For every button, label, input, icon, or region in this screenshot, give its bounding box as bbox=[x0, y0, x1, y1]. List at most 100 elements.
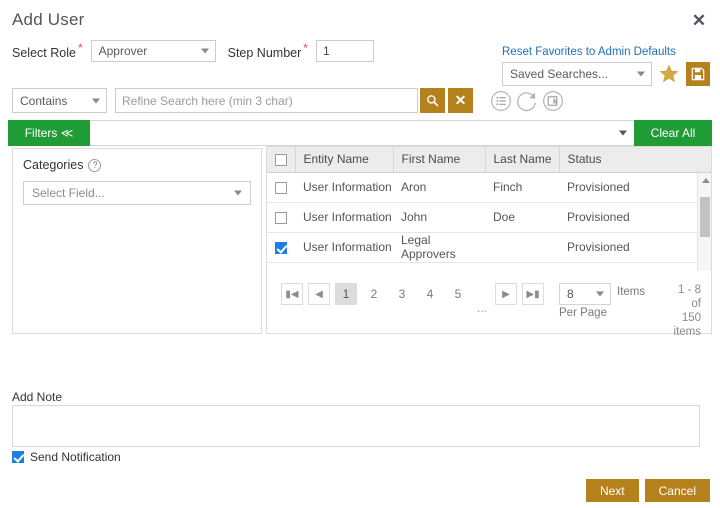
reset-favorites-link[interactable]: Reset Favorites to Admin Defaults bbox=[502, 46, 710, 58]
column-status[interactable]: Status bbox=[559, 147, 711, 172]
row-checkbox[interactable] bbox=[275, 242, 287, 254]
save-disk-icon bbox=[691, 67, 705, 81]
column-first-name[interactable]: First Name bbox=[393, 147, 485, 172]
select-role-dropdown[interactable]: Approver bbox=[91, 40, 216, 62]
clear-all-button[interactable]: Clear All bbox=[634, 120, 712, 146]
add-note-textarea[interactable] bbox=[12, 405, 700, 447]
saved-searches-area: Reset Favorites to Admin Defaults Saved … bbox=[502, 46, 710, 86]
add-user-dialog: Add User ✕ Select Role* Approver Step Nu… bbox=[0, 0, 720, 508]
per-page-dropdown[interactable]: 8 bbox=[559, 283, 611, 305]
filters-toggle-button[interactable]: Filters ≪ bbox=[8, 120, 90, 146]
cell-first-name: Aron bbox=[393, 172, 485, 202]
select-all-checkbox[interactable] bbox=[275, 154, 287, 166]
required-asterisk: * bbox=[78, 41, 83, 55]
per-page-label: Per Page bbox=[559, 307, 611, 319]
last-page-icon[interactable]: ▶▮ bbox=[522, 283, 544, 305]
required-asterisk-step: * bbox=[303, 41, 308, 55]
saved-searches-dropdown[interactable]: Saved Searches... bbox=[502, 62, 652, 86]
summary-items: items bbox=[663, 325, 701, 339]
column-last-name[interactable]: Last Name bbox=[485, 147, 559, 172]
page-1[interactable]: 1 bbox=[335, 283, 357, 305]
next-button[interactable]: Next bbox=[586, 479, 639, 502]
add-note-label: Add Note bbox=[12, 390, 62, 404]
step-number-label: Step Number* bbox=[228, 42, 308, 60]
cell-entity-name: User Information bbox=[295, 202, 393, 232]
scrollbar-thumb[interactable] bbox=[700, 197, 710, 237]
results-grid: Entity Name First Name Last Name Status … bbox=[266, 146, 712, 334]
cell-status: Provisioned bbox=[559, 172, 711, 202]
first-page-icon[interactable]: ▮◀ bbox=[281, 283, 303, 305]
next-page-icon[interactable]: ▶ bbox=[495, 283, 517, 305]
select-field-value: Select Field... bbox=[32, 186, 105, 200]
page-title: Add User bbox=[12, 10, 84, 30]
items-label: Items bbox=[617, 286, 645, 298]
per-page-area: 8 Per Page Items bbox=[559, 283, 645, 319]
row-checkbox[interactable] bbox=[275, 212, 287, 224]
role-row: Select Role* Approver Step Number* bbox=[12, 40, 374, 62]
scroll-up-icon[interactable] bbox=[702, 178, 710, 183]
help-icon[interactable]: ? bbox=[88, 159, 101, 172]
send-notification-checkbox[interactable] bbox=[12, 451, 24, 463]
table-row[interactable]: User Information John Doe Provisioned bbox=[267, 202, 711, 232]
column-entity-name[interactable]: Entity Name bbox=[295, 147, 393, 172]
chevron-down-icon bbox=[92, 98, 100, 103]
search-operator-value: Contains bbox=[20, 94, 67, 108]
summary-of: of bbox=[663, 297, 701, 311]
pagination: ▮◀ ◀ 1 2 3 4 5 ... ▶ ▶▮ 8 Per Page Items bbox=[267, 271, 711, 333]
search-icon bbox=[426, 94, 439, 107]
clear-search-button[interactable]: ✕ bbox=[448, 88, 473, 113]
cancel-button[interactable]: Cancel bbox=[645, 479, 710, 502]
filters-bar: Filters ≪ Clear All bbox=[8, 120, 712, 146]
prev-page-icon[interactable]: ◀ bbox=[308, 283, 330, 305]
page-4[interactable]: 4 bbox=[419, 283, 441, 305]
send-notification-label: Send Notification bbox=[30, 450, 121, 464]
cell-last-name: Doe bbox=[485, 202, 559, 232]
table-row[interactable]: User Information Aron Finch Provisioned bbox=[267, 172, 711, 202]
categories-title: Categories ? bbox=[23, 158, 261, 172]
select-role-value: Approver bbox=[99, 44, 148, 58]
chevron-down-icon bbox=[637, 72, 645, 77]
select-field-dropdown[interactable]: Select Field... bbox=[23, 181, 251, 205]
summary-range: 1 - 8 bbox=[663, 283, 701, 297]
star-icon[interactable] bbox=[658, 63, 680, 85]
summary-total: 150 bbox=[663, 311, 701, 325]
page-ellipsis: ... bbox=[475, 301, 489, 315]
per-page-value: 8 bbox=[567, 287, 574, 301]
chevron-down-icon bbox=[234, 191, 242, 196]
list-view-icon[interactable] bbox=[490, 90, 512, 112]
search-row: Contains ✕ bbox=[12, 88, 564, 113]
search-button[interactable] bbox=[420, 88, 445, 113]
results-table: Entity Name First Name Last Name Status … bbox=[267, 147, 711, 263]
row-checkbox[interactable] bbox=[275, 182, 287, 194]
cell-last-name: Finch bbox=[485, 172, 559, 202]
search-input[interactable] bbox=[115, 88, 418, 113]
select-role-label: Select Role* bbox=[12, 42, 83, 60]
cell-status: Provisioned bbox=[559, 232, 711, 262]
page-2[interactable]: 2 bbox=[363, 283, 385, 305]
grid-scrollbar[interactable] bbox=[697, 173, 711, 271]
close-icon[interactable]: ✕ bbox=[688, 9, 710, 31]
export-report-icon[interactable] bbox=[542, 90, 564, 112]
refresh-icon[interactable] bbox=[516, 90, 538, 112]
select-all-header bbox=[267, 147, 295, 172]
send-notification-row: Send Notification bbox=[12, 450, 121, 464]
chevron-down-icon bbox=[596, 292, 604, 297]
grid-tool-icons bbox=[490, 90, 564, 112]
categories-panel: Categories ? Select Field... bbox=[12, 148, 262, 334]
cell-first-name: Legal Approvers bbox=[393, 232, 485, 262]
categories-title-text: Categories bbox=[23, 158, 83, 172]
filters-expression-field[interactable] bbox=[90, 120, 634, 146]
save-search-button[interactable] bbox=[686, 62, 710, 86]
step-number-input[interactable] bbox=[316, 40, 374, 62]
table-header-row: Entity Name First Name Last Name Status bbox=[267, 147, 711, 172]
saved-searches-value: Saved Searches... bbox=[510, 67, 608, 81]
cell-status: Provisioned bbox=[559, 202, 711, 232]
cell-entity-name: User Information bbox=[295, 232, 393, 262]
search-operator-dropdown[interactable]: Contains bbox=[12, 88, 107, 113]
cell-last-name bbox=[485, 232, 559, 262]
page-5[interactable]: 5 bbox=[447, 283, 469, 305]
cell-first-name: John bbox=[393, 202, 485, 232]
chevron-down-icon bbox=[619, 131, 627, 136]
page-3[interactable]: 3 bbox=[391, 283, 413, 305]
table-row[interactable]: User Information Legal Approvers Provisi… bbox=[267, 232, 711, 262]
